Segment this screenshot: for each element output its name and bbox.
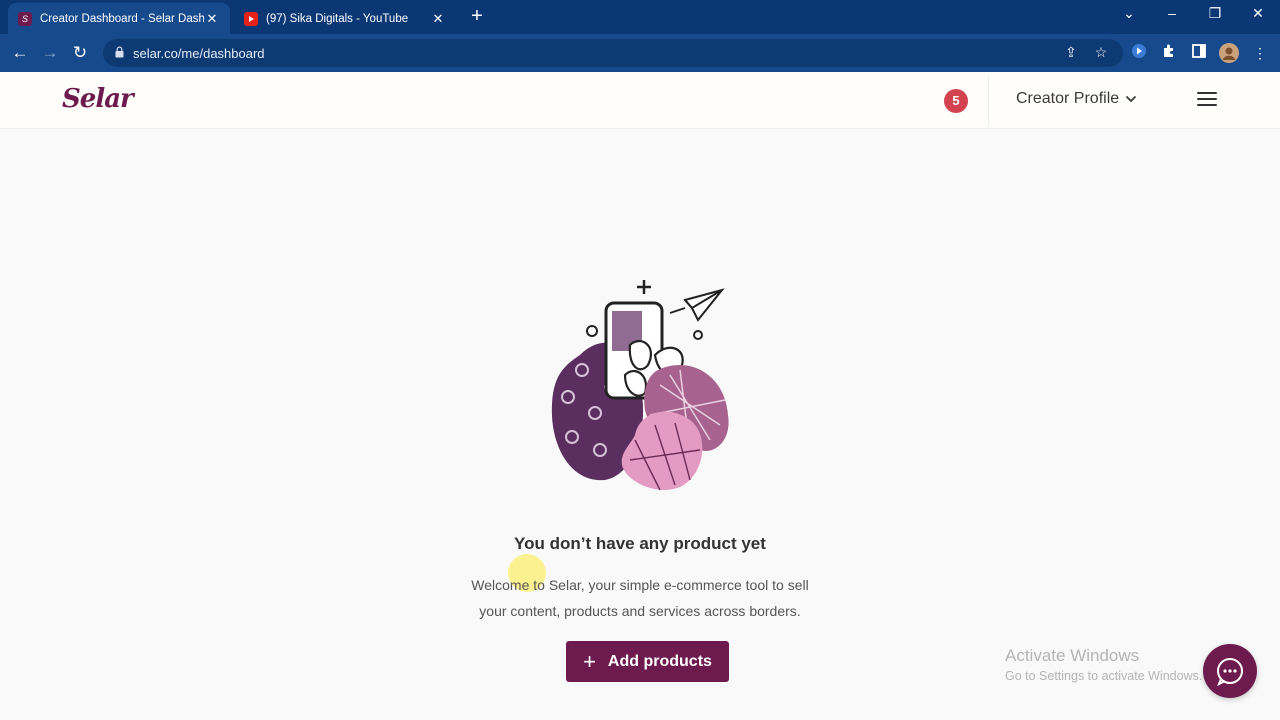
plus-icon: + <box>583 648 596 674</box>
extensions-puzzle-icon[interactable] <box>1159 43 1179 63</box>
creator-profile-label: Creator Profile <box>1016 90 1120 107</box>
description-line-1: Welcome to Selar, your simple e-commerce… <box>471 577 809 593</box>
close-tab-icon[interactable]: ✕ <box>204 11 220 27</box>
windows-activation-watermark: Activate Windows Go to Settings to activ… <box>1005 646 1202 683</box>
close-window-icon[interactable]: ✕ <box>1246 5 1270 22</box>
creator-profile-dropdown[interactable]: Creator Profile <box>1016 90 1137 108</box>
empty-products-illustration <box>551 280 729 491</box>
chevron-down-icon <box>1126 95 1137 103</box>
side-panel-icon[interactable] <box>1189 43 1209 63</box>
youtube-favicon-icon <box>244 11 258 26</box>
add-products-button[interactable]: + Add products <box>566 641 729 682</box>
url-text: selar.co/me/dashboard <box>133 46 265 61</box>
browser-tab-strip: S Creator Dashboard - Selar Dashb ✕ (97)… <box>0 0 1280 34</box>
profile-avatar-icon[interactable] <box>1219 43 1239 63</box>
watermark-line-1: Activate Windows <box>1005 646 1140 665</box>
tab-title: Creator Dashboard - Selar Dashb <box>40 12 204 25</box>
tab-title: (97) Sika Digitals - YouTube <box>266 12 409 25</box>
tab-search-icon[interactable]: ⌄ <box>1117 5 1141 22</box>
dashboard-content: You don’t have any product yet Welcome t… <box>0 130 1280 720</box>
extension-icon[interactable] <box>1129 43 1149 63</box>
minimize-icon[interactable]: – <box>1160 5 1184 21</box>
new-tab-button[interactable]: + <box>466 6 488 28</box>
address-bar[interactable]: selar.co/me/dashboard ⇪ ☆ <box>103 39 1123 67</box>
restore-icon[interactable]: ❐ <box>1203 5 1227 22</box>
browser-toolbar: ← → ↻ selar.co/me/dashboard ⇪ ☆ ⋮ <box>0 34 1280 72</box>
selar-favicon-icon: S <box>18 11 32 26</box>
empty-state-description: Welcome to Selar, your simple e-commerce… <box>440 572 840 624</box>
chat-bubble-icon <box>1217 658 1243 687</box>
forward-icon[interactable]: → <box>39 42 61 64</box>
bookmark-star-icon[interactable]: ☆ <box>1091 42 1111 62</box>
share-icon[interactable]: ⇪ <box>1061 42 1081 62</box>
reload-icon[interactable]: ↻ <box>69 42 91 64</box>
back-icon[interactable]: ← <box>9 42 31 64</box>
empty-state-title: You don’t have any product yet <box>514 534 766 553</box>
browser-menu-icon[interactable]: ⋮ <box>1250 43 1270 63</box>
chat-support-button[interactable] <box>1203 644 1257 698</box>
close-tab-icon[interactable]: ✕ <box>430 11 446 27</box>
notification-badge[interactable]: 5 <box>944 89 968 113</box>
tab-youtube[interactable]: (97) Sika Digitals - YouTube ✕ <box>234 3 456 34</box>
description-line-2: your content, products and services acro… <box>479 603 801 619</box>
lock-icon <box>115 46 124 58</box>
site-header: Selar 5 Creator Profile <box>0 72 1280 129</box>
tab-selar-dashboard[interactable]: S Creator Dashboard - Selar Dashb ✕ <box>8 3 230 34</box>
watermark-line-2: Go to Settings to activate Windows. <box>1005 669 1203 683</box>
selar-logo[interactable]: Selar <box>62 84 134 114</box>
hamburger-menu-icon[interactable] <box>1197 92 1217 108</box>
add-products-label: Add products <box>607 652 712 670</box>
header-divider <box>988 76 989 126</box>
